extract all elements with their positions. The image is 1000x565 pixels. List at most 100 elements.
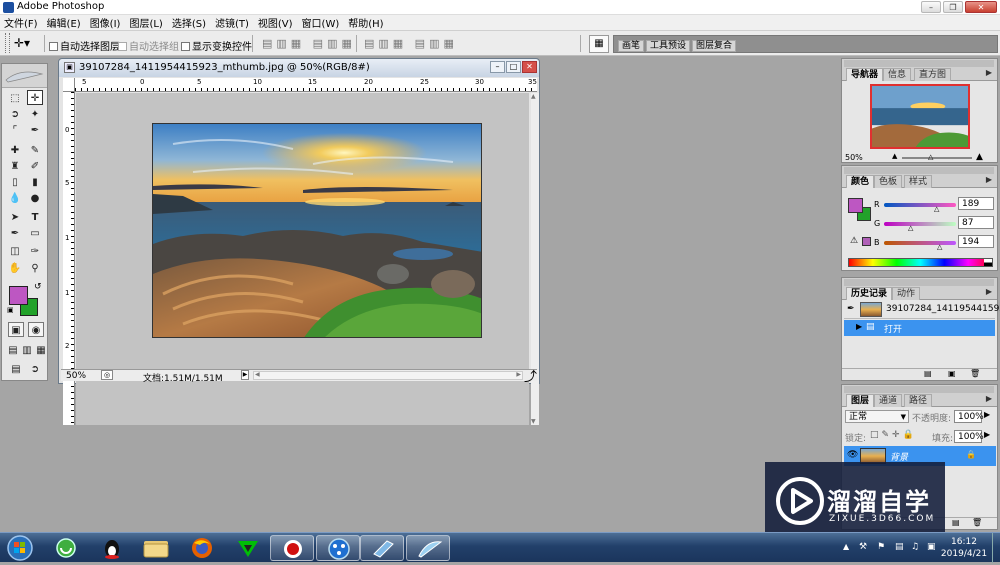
tab-actions[interactable]: 动作: [892, 287, 921, 300]
tray-flag-icon[interactable]: ⚑: [877, 542, 885, 552]
menu-file[interactable]: 文件(F): [4, 15, 38, 30]
navigator-thumbnail[interactable]: [870, 84, 970, 149]
tab-histogram[interactable]: 直方图: [914, 68, 952, 81]
tray-monitor-icon[interactable]: ▣: [927, 542, 936, 552]
channel-b-slider[interactable]: [884, 241, 956, 245]
tray-expand-icon[interactable]: ▲: [843, 542, 849, 551]
zoom-slider-thumb-icon[interactable]: △: [928, 153, 933, 161]
align-icons[interactable]: ▤▥▦ ▤▥▦: [262, 37, 356, 50]
palette-well-icon[interactable]: ▦: [589, 35, 609, 53]
navigator-zoom-slider[interactable]: [902, 157, 972, 159]
notes-tool-icon[interactable]: ◫: [7, 244, 23, 259]
toolbox-header[interactable]: [2, 64, 47, 88]
channel-r-thumb-icon[interactable]: △: [934, 205, 939, 213]
fill-input[interactable]: 100%: [954, 430, 984, 443]
tab-info[interactable]: 信息: [883, 68, 912, 81]
history-brush-tool-icon[interactable]: ✐: [27, 159, 43, 174]
color-spectrum-bar[interactable]: [848, 258, 993, 267]
zoom-level[interactable]: 50%: [66, 371, 86, 381]
menu-view[interactable]: 视图(V): [258, 15, 293, 30]
ruler-origin[interactable]: [63, 78, 75, 92]
panel-titlebar[interactable]: [844, 386, 994, 393]
brush-tool-icon[interactable]: ✎: [27, 143, 43, 158]
history-item[interactable]: ▶ ▤ 打开: [844, 320, 995, 336]
network-icon[interactable]: ▤: [895, 542, 904, 552]
edit-in-imageready-icon[interactable]: ▤: [8, 362, 24, 377]
default-colors-icon[interactable]: ▣: [7, 306, 14, 314]
taskbar-app-recorder[interactable]: [270, 535, 314, 561]
channel-g-slider[interactable]: [884, 222, 956, 226]
layer-visibility-eye-icon[interactable]: 👁: [847, 450, 858, 460]
marquee-tool-icon[interactable]: ⬚: [7, 91, 23, 106]
menu-select[interactable]: 选择(S): [172, 15, 206, 30]
distribute-icons[interactable]: ▤▥▦ ▤▥▦: [364, 37, 458, 50]
well-tab-tool-presets[interactable]: 工具预设: [646, 40, 691, 52]
pen-tool-icon[interactable]: ✒: [7, 226, 23, 241]
menu-image[interactable]: 图像(I): [90, 15, 121, 30]
document-image[interactable]: [152, 123, 482, 338]
out-of-gamut-warning-icon[interactable]: ⚠: [850, 236, 858, 246]
channel-b-thumb-icon[interactable]: △: [937, 243, 942, 251]
show-transform-checkbox[interactable]: 显示变换控件: [181, 38, 252, 53]
lasso-tool-icon[interactable]: ➲: [7, 107, 23, 122]
tray-app-icon[interactable]: ⚒: [859, 542, 867, 552]
panel-titlebar[interactable]: [844, 60, 994, 67]
tab-history[interactable]: 历史记录: [846, 287, 893, 300]
tab-styles[interactable]: 样式: [904, 175, 933, 188]
taskbar-app-bluebook[interactable]: [360, 535, 404, 561]
taskbar-app-photoshop[interactable]: [406, 535, 450, 561]
close-button[interactable]: ✕: [965, 1, 997, 13]
new-document-from-state-icon[interactable]: ▤: [924, 369, 932, 378]
eyedropper-tool-icon[interactable]: ✑: [27, 244, 43, 259]
zoom-out-icon[interactable]: ▲: [892, 152, 897, 160]
doc-close-button[interactable]: ✕: [522, 61, 537, 73]
clock[interactable]: 16:12 2019/4/21: [940, 536, 988, 560]
taskbar-app-qq[interactable]: [90, 535, 134, 561]
path-selection-tool-icon[interactable]: ➤: [7, 210, 23, 225]
menu-filter[interactable]: 滤镜(T): [215, 15, 249, 30]
panel-menu-icon[interactable]: ▶: [984, 287, 994, 297]
menu-edit[interactable]: 编辑(E): [47, 15, 81, 30]
minimize-button[interactable]: –: [921, 1, 941, 13]
tab-color[interactable]: 颜色: [846, 175, 875, 188]
navigator-zoom[interactable]: 50%: [845, 153, 863, 162]
scroll-right-icon[interactable]: ▶: [516, 371, 521, 378]
foreground-color-swatch[interactable]: [9, 286, 28, 305]
dodge-tool-icon[interactable]: ●: [27, 191, 43, 206]
system-tray[interactable]: ▲ ⚒ ⚑ ▤ ♫ ▣: [843, 542, 943, 556]
history-snapshot-row[interactable]: ✒ 39107284_1411954415923_mthu...: [844, 301, 1000, 319]
opacity-arrow-icon[interactable]: ▶: [984, 410, 990, 419]
quick-mask-mode-icon[interactable]: ◉: [28, 322, 44, 337]
black-white-swatch[interactable]: [984, 259, 992, 266]
panel-titlebar[interactable]: [844, 167, 994, 174]
lock-options-icons[interactable]: □✎✛🔒: [870, 430, 917, 440]
delete-layer-icon[interactable]: 🗑: [972, 518, 982, 527]
blur-tool-icon[interactable]: 💧: [7, 191, 23, 206]
tab-navigator[interactable]: 导航器: [846, 68, 884, 81]
crop-tool-icon[interactable]: ⌜: [7, 123, 23, 138]
menu-layer[interactable]: 图层(L): [129, 15, 162, 30]
volume-icon[interactable]: ♫: [911, 542, 919, 552]
color-foreground-swatch[interactable]: [848, 198, 863, 213]
screen-mode-full-icon[interactable]: ▦: [33, 343, 49, 358]
tab-paths[interactable]: 路径: [904, 394, 933, 407]
status-menu-arrow-icon[interactable]: ▶: [241, 370, 249, 380]
shape-tool-icon[interactable]: ▭: [27, 226, 43, 241]
standard-mode-icon[interactable]: ▣: [8, 322, 24, 337]
taskbar-app-iqiyi[interactable]: [226, 535, 270, 561]
channel-g-value[interactable]: 87: [958, 216, 994, 229]
type-tool-icon[interactable]: T: [27, 210, 43, 225]
zoom-tool-icon[interactable]: ⚲: [27, 261, 43, 276]
auto-select-layer-checkbox[interactable]: 自动选择图层: [49, 38, 120, 53]
channel-r-slider[interactable]: [884, 203, 956, 207]
tab-swatches[interactable]: 色板: [874, 175, 903, 188]
channel-g-thumb-icon[interactable]: △: [908, 224, 913, 232]
taskbar-app-360[interactable]: [44, 535, 88, 561]
taskbar-app-dots[interactable]: [316, 535, 360, 561]
blend-mode-select[interactable]: 正常 ▼: [845, 410, 909, 423]
well-tab-brushes[interactable]: 画笔: [618, 40, 645, 52]
clone-stamp-tool-icon[interactable]: ♜: [7, 159, 23, 174]
eraser-tool-icon[interactable]: ▯: [7, 175, 23, 190]
restore-button[interactable]: ❐: [943, 1, 963, 13]
taskbar-app-explorer[interactable]: [134, 535, 178, 561]
